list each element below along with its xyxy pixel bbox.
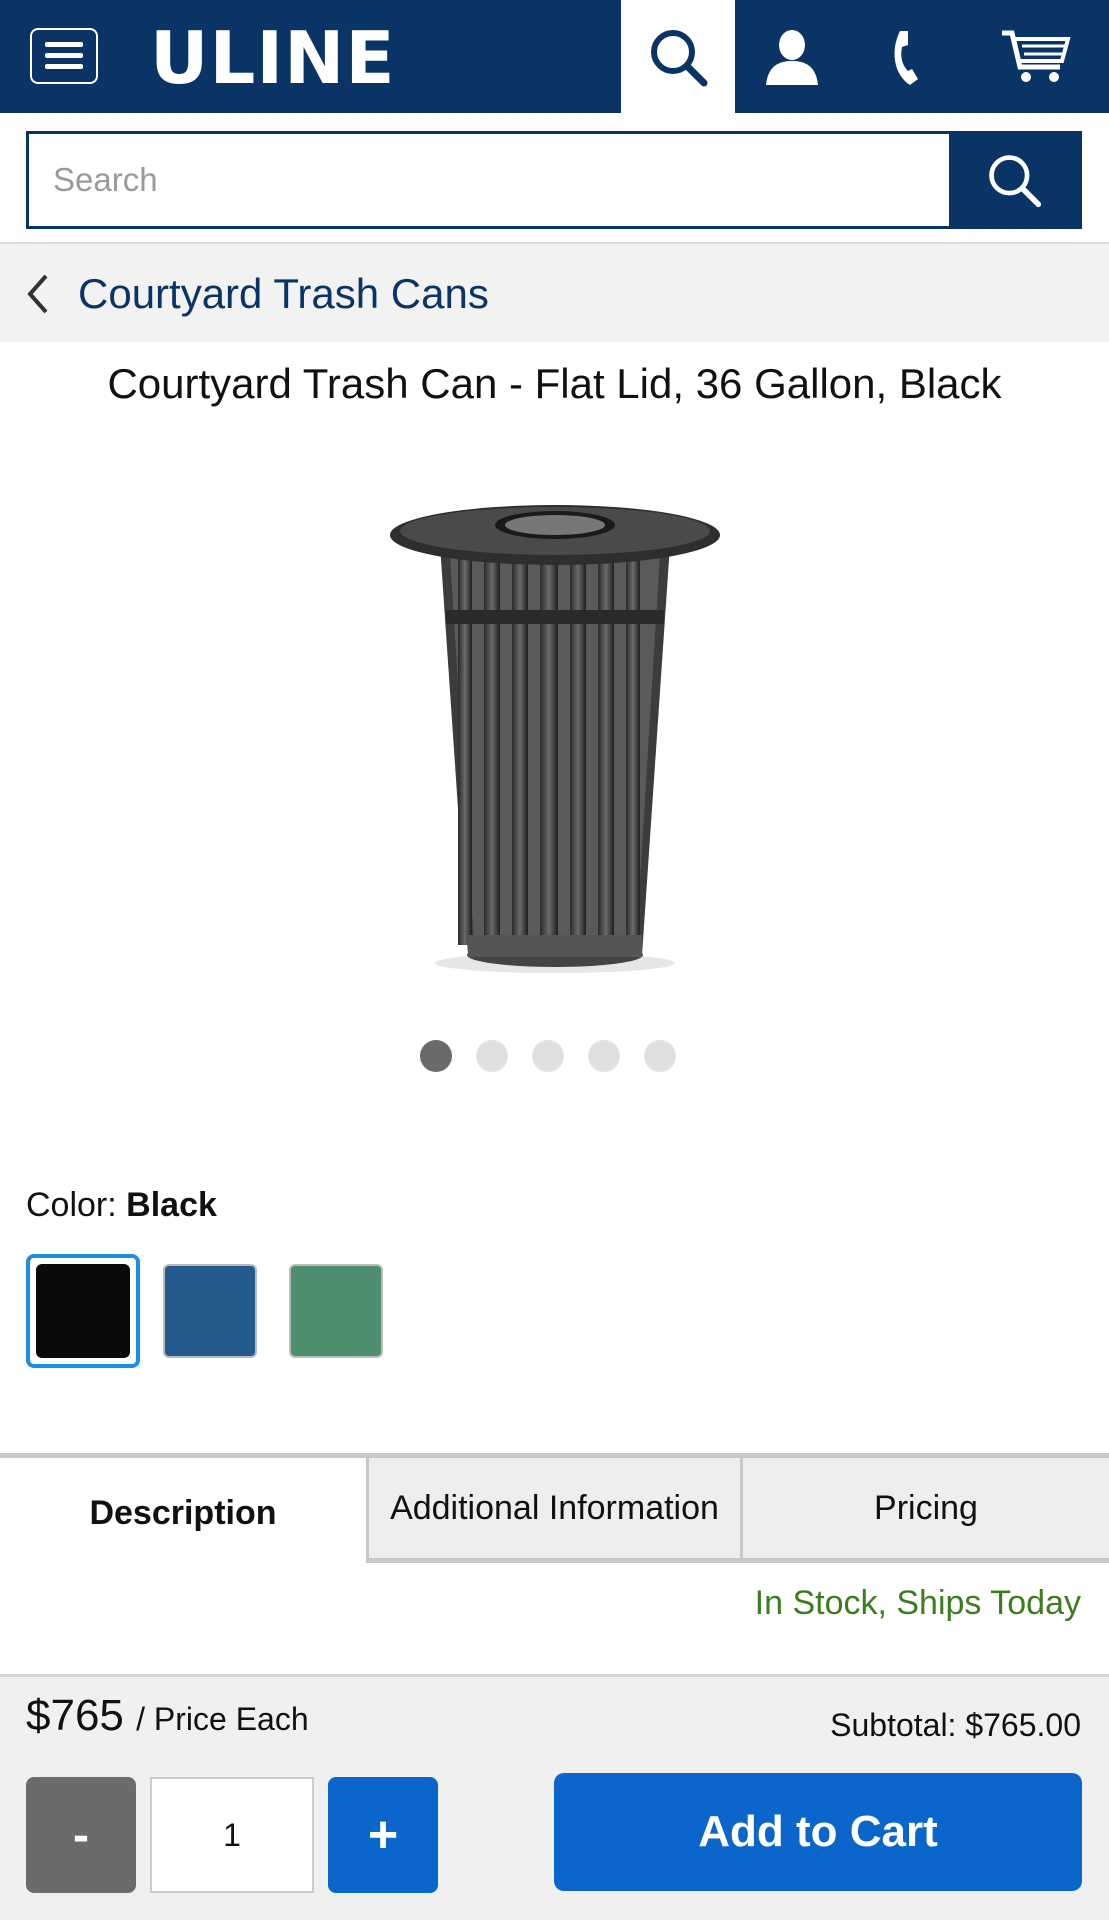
search-submit-button[interactable] <box>949 134 1079 226</box>
quantity-increase-button[interactable]: + <box>328 1777 438 1893</box>
color-label: Color: Black <box>26 1186 217 1225</box>
carousel-dot-2[interactable] <box>476 1040 508 1072</box>
swatch-green[interactable] <box>289 1264 383 1358</box>
tab-description[interactable]: Description <box>0 1453 366 1563</box>
purchase-bar: $765 / Price Each Subtotal: $765.00 - + … <box>0 1674 1109 1920</box>
swatch-black[interactable] <box>26 1254 140 1368</box>
carousel-dot-1[interactable] <box>420 1040 452 1072</box>
stock-status: In Stock, Ships Today <box>754 1584 1081 1622</box>
carousel-dot-5[interactable] <box>644 1040 676 1072</box>
quantity-decrease-button[interactable]: - <box>26 1777 136 1893</box>
subtotal: Subtotal: $765.00 <box>830 1707 1081 1743</box>
cart-icon <box>1002 30 1071 82</box>
price: $765 / Price Each <box>26 1691 309 1741</box>
account-icon <box>766 29 818 85</box>
search-bar <box>26 131 1082 229</box>
search-icon <box>989 155 1042 208</box>
price-value: $765 <box>26 1691 124 1740</box>
chevron-left-icon <box>27 274 48 314</box>
quantity-input[interactable] <box>150 1777 314 1893</box>
product-tabs: Description Additional Information Prici… <box>0 1453 1109 1563</box>
search-input[interactable] <box>29 134 953 226</box>
uline-logo[interactable]: ULINE <box>150 16 396 100</box>
search-icon <box>651 29 708 86</box>
tab-pricing[interactable]: Pricing <box>740 1453 1109 1563</box>
swatch-blue[interactable] <box>163 1264 257 1358</box>
carousel-dot-4[interactable] <box>588 1040 620 1072</box>
top-header: ULINE <box>0 0 1109 113</box>
image-carousel-dots <box>420 1040 676 1072</box>
color-label-text: Color: <box>26 1186 117 1224</box>
price-each-label: / Price Each <box>136 1701 309 1737</box>
add-to-cart-button[interactable]: Add to Cart <box>554 1773 1082 1891</box>
phone-icon <box>894 30 918 85</box>
product-image[interactable] <box>380 485 730 975</box>
menu-icon[interactable] <box>30 28 98 84</box>
cart-button[interactable] <box>963 0 1109 113</box>
selected-color: Black <box>126 1186 217 1224</box>
breadcrumb-link[interactable]: Courtyard Trash Cans <box>78 270 489 318</box>
phone-button[interactable] <box>849 0 963 113</box>
carousel-dot-3[interactable] <box>532 1040 564 1072</box>
account-button[interactable] <box>735 0 849 113</box>
header-search-button[interactable] <box>621 0 735 113</box>
breadcrumb[interactable]: Courtyard Trash Cans <box>0 244 1109 342</box>
product-title: Courtyard Trash Can - Flat Lid, 36 Gallo… <box>107 360 1002 407</box>
tab-additional-information[interactable]: Additional Information <box>366 1453 740 1563</box>
